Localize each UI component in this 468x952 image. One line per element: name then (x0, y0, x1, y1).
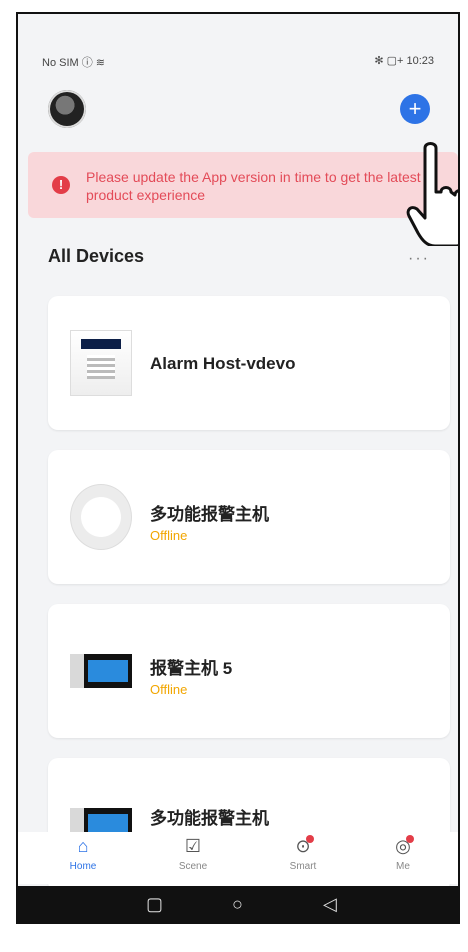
more-options-icon[interactable]: ··· (408, 250, 430, 268)
device-name: Alarm Host-vdevo (150, 354, 296, 373)
device-status: Offline (150, 682, 188, 697)
device-name: 报警主机 5 (150, 659, 233, 678)
round-sensor-image (70, 484, 132, 550)
device-name: 多功能报警主机 (150, 809, 269, 828)
tab-label: Scene (178, 861, 208, 872)
scene-icon: ☑ (184, 836, 202, 856)
device-status: Offline (150, 528, 188, 543)
tab-label: Me (396, 861, 410, 872)
update-message: Please update the App version in time to… (86, 169, 421, 203)
device-card[interactable]: 多功能报警主机 Offline (48, 450, 450, 584)
tab-me[interactable]: ◎ Me (368, 832, 438, 872)
system-navigation-bar: ▢ ○ ◁ (18, 886, 458, 922)
control-panel-image (70, 654, 132, 688)
recent-apps-button[interactable]: ▢ (146, 894, 163, 915)
warning-icon: ! (52, 176, 70, 194)
add-device-button[interactable]: + (400, 94, 430, 124)
home-button[interactable]: ○ (232, 894, 243, 915)
tab-label: Home (69, 861, 97, 872)
tab-label: Smart (289, 861, 317, 872)
device-card[interactable]: 报警主机 5 Offline (48, 604, 450, 738)
status-bar: No SIM ⓘ ≋ ✻ ▢+ 10:23 (18, 14, 458, 78)
pointer-hand-icon (406, 142, 458, 246)
bottom-tab-bar: ⌂ Home ☑ Scene ⊙ Smart ◎ Me (18, 832, 458, 884)
status-left: No SIM ⓘ ≋ (42, 57, 106, 69)
alarm-host-image (70, 330, 132, 396)
avatar[interactable] (48, 90, 86, 128)
section-title: All Devices (48, 246, 145, 266)
status-right: ✻ ▢+ 10:23 (374, 55, 434, 67)
back-button[interactable]: ◁ (323, 894, 337, 915)
tab-smart[interactable]: ⊙ Smart (268, 832, 338, 872)
smart-icon: ⊙ (295, 836, 311, 856)
me-icon: ◎ (395, 836, 411, 856)
notification-dot (306, 835, 314, 843)
phone-screen: No SIM ⓘ ≋ ✻ ▢+ 10:23 + ! Please update … (16, 12, 460, 924)
device-card[interactable]: Alarm Host-vdevo (48, 296, 450, 430)
tab-home[interactable]: ⌂ Home (48, 832, 118, 872)
update-warning-banner[interactable]: ! Please update the App version in time … (28, 152, 458, 218)
notification-dot (406, 835, 414, 843)
home-icon: ⌂ (77, 836, 89, 856)
device-name: 多功能报警主机 (150, 505, 269, 524)
tab-scene[interactable]: ☑ Scene (158, 832, 228, 872)
